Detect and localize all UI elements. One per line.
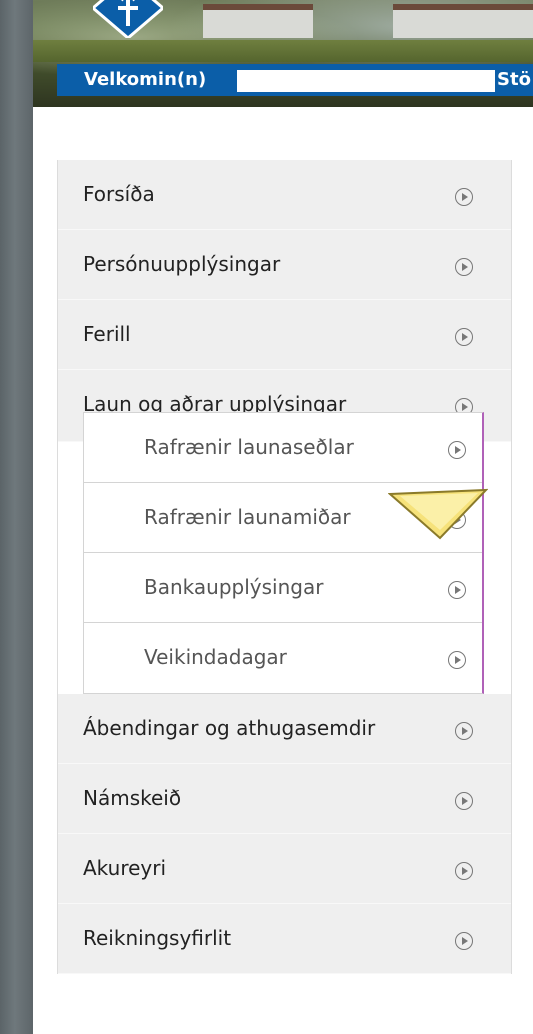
submenu-item-label: Rafrænir launaseðlar — [144, 435, 354, 459]
menu-item-akureyri[interactable]: Akureyri — [58, 834, 511, 904]
side-menu: Forsíða Persónuupplýsingar Ferill Laun o… — [57, 160, 512, 974]
submenu-item-label: Veikindadagar — [144, 645, 287, 669]
left-edge-strip — [0, 0, 33, 1034]
submenu-item-launasedlar[interactable]: Rafrænir launaseðlar — [84, 413, 482, 483]
menu-item-forsida[interactable]: Forsíða — [58, 160, 511, 230]
submenu-laun: Rafrænir launaseðlar Rafrænir launamiðar… — [83, 412, 484, 694]
welcome-suffix: Stö — [497, 69, 531, 90]
circle-play-icon[interactable] — [448, 581, 466, 599]
menu-item-label: Forsíða — [83, 182, 155, 206]
circle-play-icon[interactable] — [455, 258, 473, 276]
menu-item-namskeid[interactable]: Námskeið — [58, 764, 511, 834]
circle-play-icon[interactable] — [455, 722, 473, 740]
menu-item-label: Ferill — [83, 322, 131, 346]
welcome-label: Velkomin(n) — [84, 69, 207, 90]
user-name-field — [237, 70, 495, 92]
menu-item-reikningsyfirlit[interactable]: Reikningsyfirlit — [58, 904, 511, 974]
menu-item-label: Námskeið — [83, 786, 182, 810]
circle-play-icon[interactable] — [455, 328, 473, 346]
submenu-item-veikindadagar[interactable]: Veikindadagar — [84, 623, 482, 693]
menu-item-label: Ábendingar og athugasemdir — [83, 716, 376, 740]
circle-play-icon[interactable] — [455, 792, 473, 810]
pointer-arrow-icon — [388, 488, 488, 540]
circle-play-icon[interactable] — [455, 862, 473, 880]
circle-play-icon[interactable] — [455, 932, 473, 950]
submenu-item-label: Rafrænir launamiðar — [144, 505, 351, 529]
submenu-item-bankaupplysingar[interactable]: Bankaupplýsingar — [84, 553, 482, 623]
submenu-item-label: Bankaupplýsingar — [144, 575, 324, 599]
menu-item-ferill[interactable]: Ferill — [58, 300, 511, 370]
circle-play-icon[interactable] — [455, 188, 473, 206]
menu-item-personuupplysingar[interactable]: Persónuupplýsingar — [58, 230, 511, 300]
banner-house — [203, 4, 313, 38]
menu-item-label: Akureyri — [83, 856, 167, 880]
banner-shore — [33, 40, 533, 62]
banner-house — [393, 4, 533, 38]
menu-item-label: Persónuupplýsingar — [83, 252, 281, 276]
circle-play-icon[interactable] — [448, 651, 466, 669]
circle-play-icon[interactable] — [448, 441, 466, 459]
welcome-bar: Velkomin(n) Stö — [57, 64, 533, 96]
logo-icon[interactable] — [93, 0, 163, 38]
menu-item-label: Reikningsyfirlit — [83, 926, 232, 950]
menu-item-abendingar[interactable]: Ábendingar og athugasemdir — [58, 694, 511, 764]
